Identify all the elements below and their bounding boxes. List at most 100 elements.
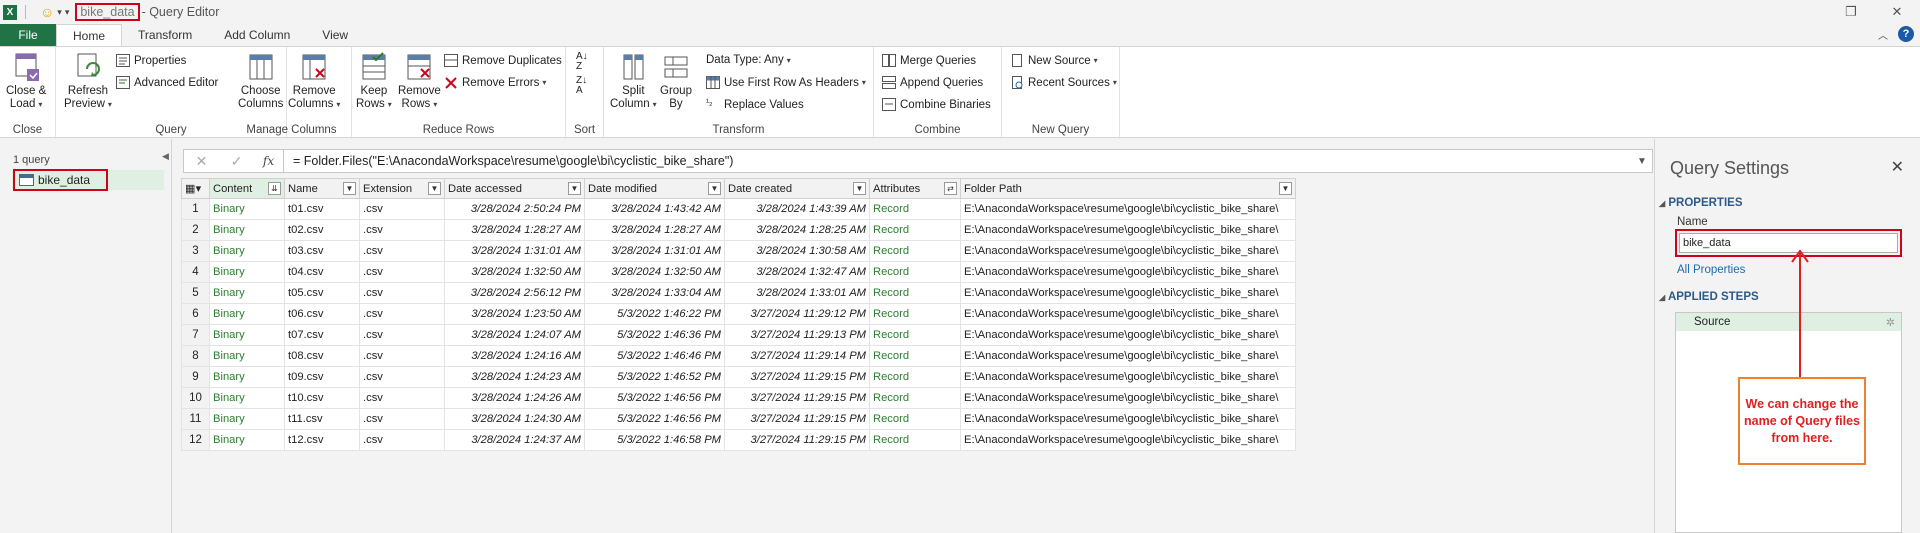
- cell-content[interactable]: Binary: [209, 345, 285, 367]
- cancel-formula-icon[interactable]: ✕: [184, 153, 219, 170]
- table-row[interactable]: 9 Binary t09.csv .csv 3/28/2024 1:24:23 AM 5/…: [181, 366, 1296, 388]
- use-first-row-button[interactable]: Use First Row As Headers ▾: [706, 76, 866, 89]
- column-header-folder-path[interactable]: Folder Path ▼: [960, 178, 1296, 199]
- cell-content[interactable]: Binary: [209, 324, 285, 346]
- step-source[interactable]: Source ✲: [1676, 313, 1901, 331]
- cell-content[interactable]: Binary: [209, 366, 285, 388]
- split-column-button[interactable]: Split Column ▾: [610, 51, 657, 111]
- choose-columns-button[interactable]: Choose Columns: [238, 51, 283, 111]
- close-icon[interactable]: ✕: [1874, 0, 1920, 24]
- all-properties-link[interactable]: All Properties: [1677, 264, 1745, 276]
- cell-content[interactable]: Binary: [209, 219, 285, 241]
- cell-content[interactable]: Binary: [209, 303, 285, 325]
- refresh-preview-button[interactable]: Refresh Preview ▾: [64, 51, 112, 111]
- tab-transform[interactable]: Transform: [122, 24, 208, 46]
- gear-icon[interactable]: ✲: [1886, 316, 1895, 329]
- remove-errors-button[interactable]: Remove Errors ▾: [444, 76, 546, 89]
- properties-button[interactable]: Properties: [116, 54, 186, 67]
- sort-descending-button[interactable]: Z↓ A: [576, 76, 587, 96]
- table-row[interactable]: 10 Binary t10.csv .csv 3/28/2024 1:24:26 AM 5…: [181, 387, 1296, 409]
- column-header-date-created[interactable]: Date created ▼: [724, 178, 870, 199]
- column-header-name[interactable]: Name ▼: [284, 178, 360, 199]
- remove-duplicates-button[interactable]: Remove Duplicates: [444, 54, 562, 67]
- column-header-attributes[interactable]: Attributes ⇄: [869, 178, 961, 199]
- combine-binaries-button[interactable]: Combine Binaries: [882, 98, 991, 111]
- smiley-feedback-icon[interactable]: ☺: [40, 4, 54, 20]
- cell-attributes[interactable]: Record: [869, 366, 961, 388]
- replace-values-button[interactable]: ¹₂ Replace Values: [706, 98, 804, 111]
- cell-content[interactable]: Binary: [209, 261, 285, 283]
- cell-attributes[interactable]: Record: [869, 198, 961, 220]
- table-row[interactable]: 3 Binary t03.csv .csv 3/28/2024 1:31:01 AM 3/…: [181, 240, 1296, 262]
- cell-content[interactable]: Binary: [209, 429, 285, 451]
- column-filter-icon[interactable]: ▼: [853, 182, 866, 195]
- formula-input[interactable]: = Folder.Files("E:\AnacondaWorkspace\res…: [293, 154, 1632, 168]
- column-header-date-modified[interactable]: Date modified ▼: [584, 178, 725, 199]
- help-icon[interactable]: ?: [1898, 26, 1914, 42]
- table-row[interactable]: 6 Binary t06.csv .csv 3/28/2024 1:23:50 AM 5/…: [181, 303, 1296, 325]
- quick-access-dropdown-icon[interactable]: ▾: [65, 7, 70, 18]
- cell-attributes[interactable]: Record: [869, 408, 961, 430]
- group-by-button[interactable]: Group By: [660, 51, 692, 111]
- table-row[interactable]: 4 Binary t04.csv .csv 3/28/2024 1:32:50 AM 3/…: [181, 261, 1296, 283]
- append-queries-button[interactable]: Append Queries: [882, 76, 983, 89]
- expand-formula-icon[interactable]: ▼: [1632, 156, 1652, 167]
- cell-content[interactable]: Binary: [209, 282, 285, 304]
- expand-binary-icon[interactable]: ⇊: [268, 182, 281, 195]
- tab-file[interactable]: File: [0, 24, 56, 46]
- merge-queries-button[interactable]: Merge Queries: [882, 54, 976, 67]
- query-item-bike-data[interactable]: bike_data: [12, 169, 164, 191]
- cell-content[interactable]: Binary: [209, 387, 285, 409]
- advanced-editor-button[interactable]: Advanced Editor: [116, 76, 218, 89]
- table-row[interactable]: 11 Binary t11.csv .csv 3/28/2024 1:24:30 AM 5…: [181, 408, 1296, 430]
- table-row[interactable]: 8 Binary t08.csv .csv 3/28/2024 1:24:16 AM 5/…: [181, 345, 1296, 367]
- cell-attributes[interactable]: Record: [869, 345, 961, 367]
- tab-home[interactable]: Home: [56, 24, 123, 46]
- column-filter-icon[interactable]: ▼: [1279, 182, 1292, 195]
- table-row[interactable]: 7 Binary t07.csv .csv 3/28/2024 1:24:07 AM 5/…: [181, 324, 1296, 346]
- cell-content[interactable]: Binary: [209, 240, 285, 262]
- cell-attributes[interactable]: Record: [869, 303, 961, 325]
- feedback-dropdown-icon[interactable]: ▾: [57, 7, 62, 18]
- keep-rows-button[interactable]: Keep Rows ▾: [356, 51, 392, 111]
- column-header-date-accessed[interactable]: Date accessed ▼: [444, 178, 585, 199]
- table-row[interactable]: 5 Binary t05.csv .csv 3/28/2024 2:56:12 PM 3/…: [181, 282, 1296, 304]
- column-header-extension[interactable]: Extension ▼: [359, 178, 445, 199]
- column-filter-icon[interactable]: ▼: [568, 182, 581, 195]
- table-row[interactable]: 1 Binary t01.csv .csv 3/28/2024 2:50:24 PM 3/…: [181, 198, 1296, 220]
- cell-attributes[interactable]: Record: [869, 261, 961, 283]
- cell-attributes[interactable]: Record: [869, 429, 961, 451]
- applied-steps-section-header[interactable]: ◢ APPLIED STEPS: [1659, 291, 1759, 303]
- restore-icon[interactable]: ❐: [1828, 0, 1874, 24]
- cell-content[interactable]: Binary: [209, 408, 285, 430]
- recent-sources-button[interactable]: Recent Sources ▾: [1010, 76, 1117, 89]
- remove-columns-button[interactable]: Remove Columns ▾: [288, 51, 340, 111]
- close-load-button[interactable]: Close & Load ▾: [6, 51, 46, 111]
- fx-icon[interactable]: fx: [254, 150, 284, 172]
- confirm-formula-icon[interactable]: ✓: [219, 153, 254, 170]
- close-settings-icon[interactable]: ✕: [1891, 157, 1904, 177]
- table-row[interactable]: 12 Binary t12.csv .csv 3/28/2024 1:24:37 AM 5…: [181, 429, 1296, 451]
- cell-attributes[interactable]: Record: [869, 240, 961, 262]
- tab-view[interactable]: View: [306, 24, 364, 46]
- cell-attributes[interactable]: Record: [869, 387, 961, 409]
- cell-attributes[interactable]: Record: [869, 324, 961, 346]
- cell-content[interactable]: Binary: [209, 198, 285, 220]
- column-header-content[interactable]: Content ⇊: [209, 178, 285, 199]
- collapse-pane-icon[interactable]: ◀: [162, 151, 169, 162]
- sort-ascending-button[interactable]: A↓ Z: [576, 52, 588, 72]
- expand-record-icon[interactable]: ⇄: [944, 182, 957, 195]
- new-source-button[interactable]: New Source ▾: [1010, 54, 1098, 67]
- tab-add-column[interactable]: Add Column: [208, 24, 306, 46]
- properties-section-header[interactable]: ◢ PROPERTIES: [1659, 197, 1743, 209]
- table-menu-icon[interactable]: ▦▾: [181, 178, 210, 199]
- query-name-input[interactable]: [1679, 233, 1898, 253]
- table-row[interactable]: 2 Binary t02.csv .csv 3/28/2024 1:28:27 AM 3/…: [181, 219, 1296, 241]
- column-filter-icon[interactable]: ▼: [708, 182, 721, 195]
- remove-rows-button[interactable]: Remove Rows ▾: [398, 51, 441, 111]
- collapse-ribbon-icon[interactable]: ︿: [1878, 27, 1888, 42]
- cell-attributes[interactable]: Record: [869, 282, 961, 304]
- column-filter-icon[interactable]: ▼: [428, 182, 441, 195]
- cell-attributes[interactable]: Record: [869, 219, 961, 241]
- data-type-dropdown[interactable]: Data Type: Any ▾: [706, 54, 791, 66]
